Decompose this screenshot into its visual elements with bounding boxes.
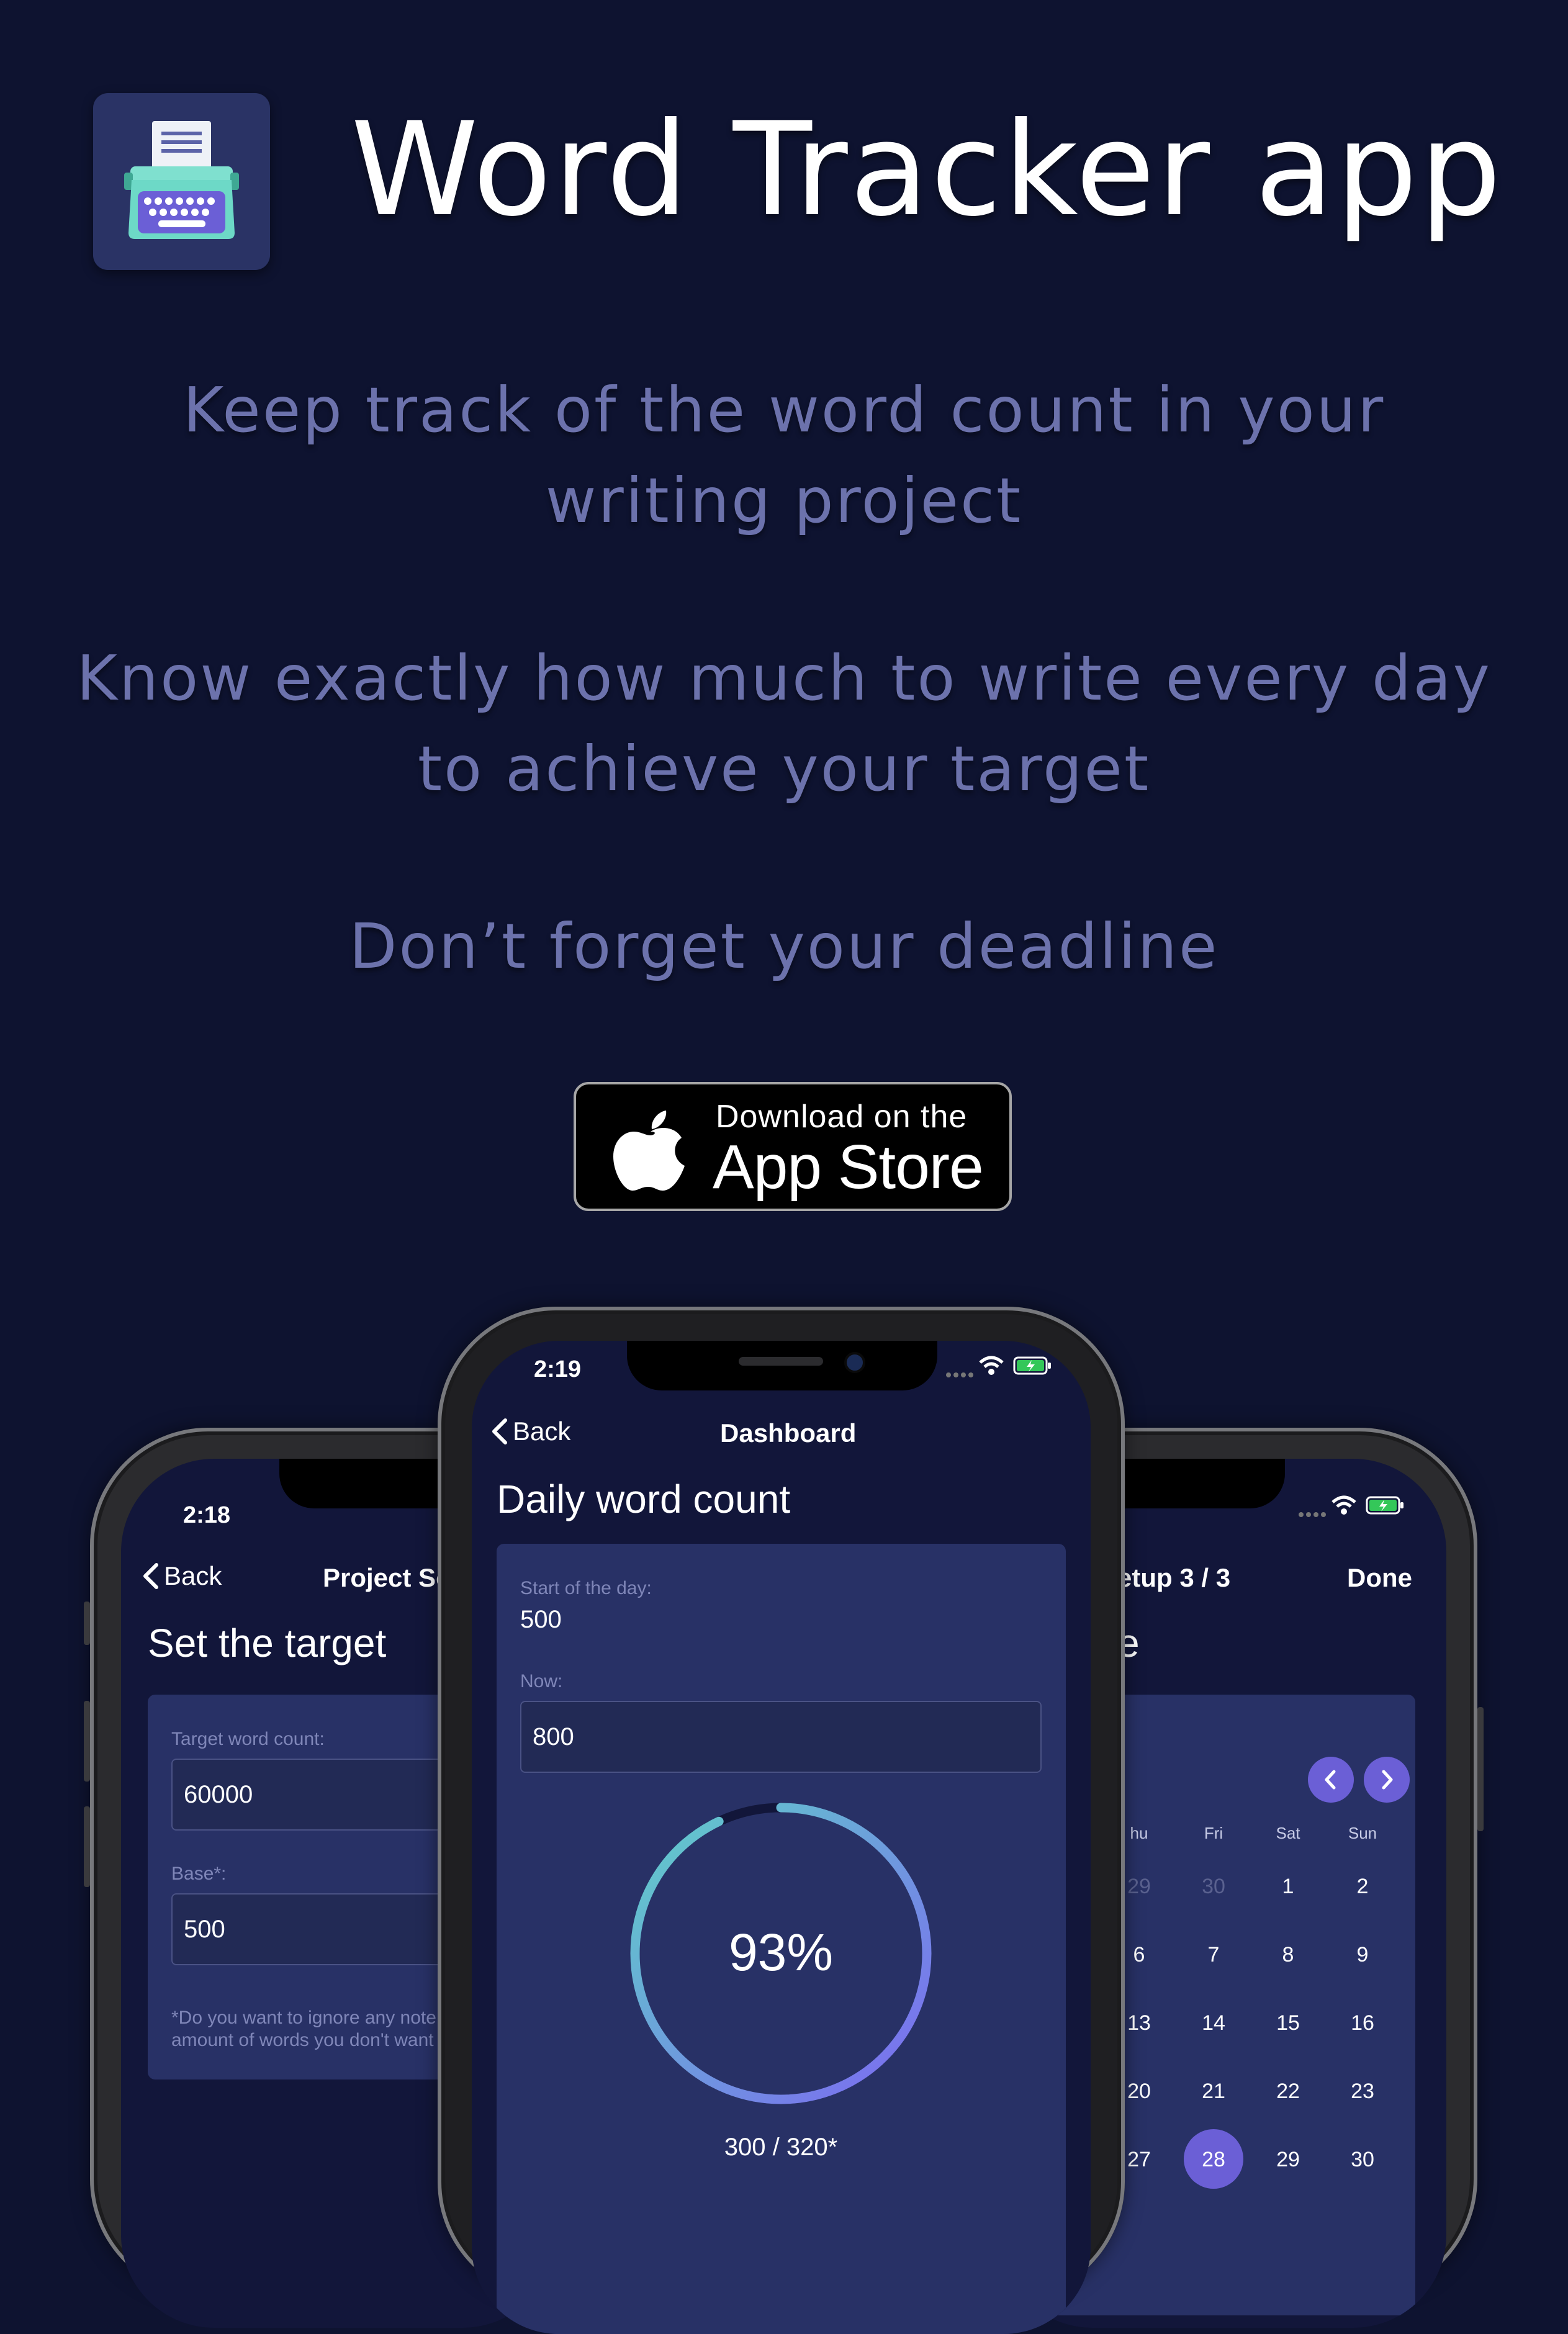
now-input[interactable]: 800 [520, 1701, 1042, 1773]
battery-icon [1366, 1496, 1404, 1515]
chevron-right-icon [1382, 1770, 1393, 1790]
phone-side-button [84, 1602, 90, 1645]
status-time: 2:19 [534, 1356, 582, 1382]
calendar-day[interactable]: 30 [1183, 1875, 1245, 1899]
calendar-day[interactable]: 22 [1257, 2079, 1319, 2104]
weekday-header: Fri [1204, 1824, 1223, 1842]
signal-icon [1299, 1512, 1326, 1517]
calendar-day[interactable]: 23 [1331, 2079, 1394, 2104]
signal-icon [946, 1372, 973, 1377]
badge-big-text: App Store [713, 1132, 984, 1202]
calendar-prev-button[interactable] [1308, 1757, 1354, 1803]
app-store-badge[interactable]: Download on the App Store [574, 1082, 1012, 1211]
base-label: Base*: [171, 1863, 227, 1884]
calendar-day[interactable]: 30 [1331, 2148, 1394, 2172]
back-label: Back [164, 1561, 222, 1590]
phone-side-button [84, 1806, 90, 1887]
chevron-left-icon [1325, 1770, 1336, 1790]
phone-center: 2:19 Back Dashboard Daily word count Sta… [438, 1307, 1125, 2334]
wifi-icon [1331, 1495, 1356, 1515]
camera [844, 1352, 865, 1373]
back-label: Back [513, 1417, 571, 1446]
now-label: Now: [520, 1671, 563, 1692]
calendar-day[interactable]: 2 [1331, 1875, 1394, 1899]
phone-center-screen: 2:19 Back Dashboard Daily word count Sta… [472, 1341, 1091, 2334]
calendar-day[interactable]: 15 [1257, 2011, 1319, 2035]
typewriter-icon [124, 121, 239, 239]
tagline-word-count: Keep track of the word count in your wri… [182, 374, 1386, 537]
daily-count-card: Start of the day: 500 Now: 800 93% 300 /… [497, 1544, 1066, 2334]
base-note: *Do you want to ignore any note amount o… [171, 2007, 436, 2050]
status-time: 2:18 [183, 1502, 231, 1528]
calendar-day[interactable]: 8 [1257, 1943, 1319, 1967]
start-value: 500 [520, 1606, 562, 1633]
chevron-left-icon [143, 1563, 158, 1589]
calendar-day-selected[interactable]: 28 [1183, 2148, 1245, 2172]
back-button[interactable]: Back [142, 1561, 222, 1591]
start-label: Start of the day: [520, 1578, 652, 1598]
page-title: Daily word count [497, 1477, 791, 1521]
nav-title: etup 3 / 3 [1117, 1563, 1231, 1592]
calendar-day[interactable]: 9 [1331, 1943, 1394, 1967]
calendar-next-button[interactable] [1364, 1757, 1410, 1803]
back-button[interactable]: Back [490, 1417, 570, 1446]
nav-title: Project Se [323, 1563, 451, 1592]
wifi-icon [979, 1356, 1004, 1375]
calendar-day[interactable]: 1 [1257, 1875, 1319, 1899]
page-title: Set the target [148, 1621, 387, 1665]
calendar-day[interactable]: 7 [1183, 1943, 1245, 1967]
target-label: Target word count: [171, 1729, 325, 1749]
weekday-header: Sat [1276, 1824, 1300, 1842]
app-title: Word Tracker app [351, 95, 1503, 245]
apple-logo-icon [613, 1111, 685, 1191]
phone-side-button [1477, 1707, 1484, 1831]
phone-side-button [84, 1701, 90, 1782]
tagline-deadline: Don’t forget your deadline [349, 910, 1219, 983]
badge-small-text: Download on the [716, 1099, 968, 1135]
weekday-header: Sun [1348, 1824, 1377, 1842]
phone-notch [627, 1341, 937, 1390]
calendar-day[interactable]: 16 [1331, 2011, 1394, 2035]
chevron-left-icon [492, 1418, 507, 1444]
calendar-day[interactable]: 29 [1257, 2148, 1319, 2172]
battery-icon [1013, 1356, 1051, 1375]
tagline-daily-target: Know exactly how much to write every day… [76, 642, 1492, 805]
progress-percent: 93% [728, 1923, 834, 1981]
speaker [739, 1357, 823, 1366]
calendar-day[interactable]: 21 [1183, 2079, 1245, 2104]
progress-caption: 300 / 320* [724, 2133, 838, 2161]
done-button[interactable]: Done [1347, 1563, 1412, 1593]
app-icon [93, 93, 270, 270]
nav-title: Dashboard [720, 1418, 857, 1448]
calendar-day[interactable]: 14 [1183, 2011, 1245, 2035]
